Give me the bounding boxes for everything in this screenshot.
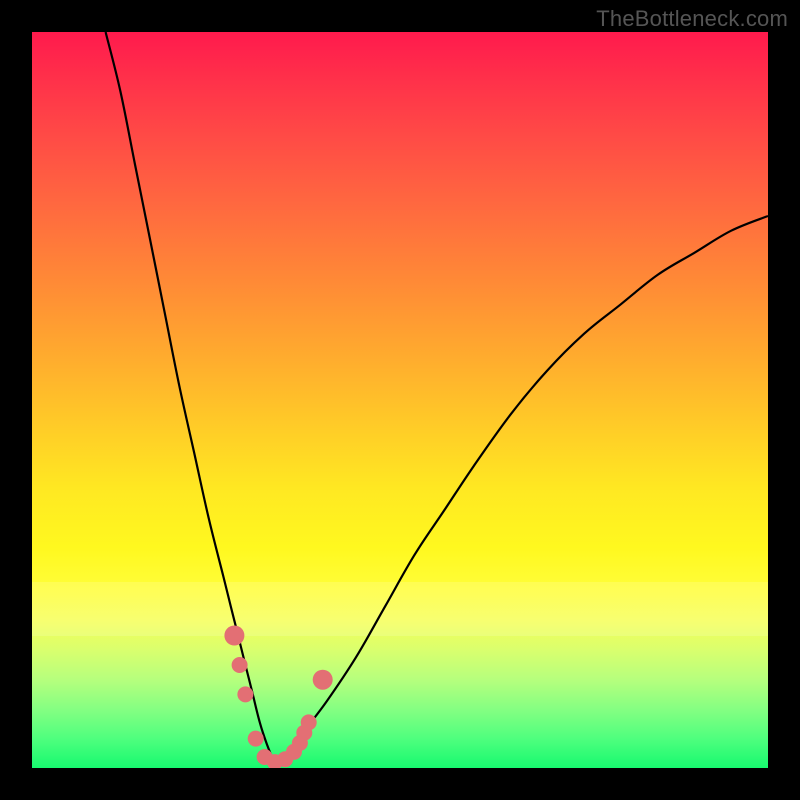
watermark-text: TheBottleneck.com xyxy=(596,6,788,32)
curve-right-branch xyxy=(275,216,768,764)
curve-left-branch xyxy=(106,32,275,764)
data-marker xyxy=(224,626,244,646)
data-marker xyxy=(301,714,317,730)
data-marker xyxy=(313,670,333,690)
curve-layer xyxy=(32,32,768,768)
data-marker xyxy=(232,657,248,673)
data-marker xyxy=(248,731,264,747)
chart-frame: TheBottleneck.com xyxy=(0,0,800,800)
plot-area xyxy=(32,32,768,768)
data-marker xyxy=(237,686,253,702)
